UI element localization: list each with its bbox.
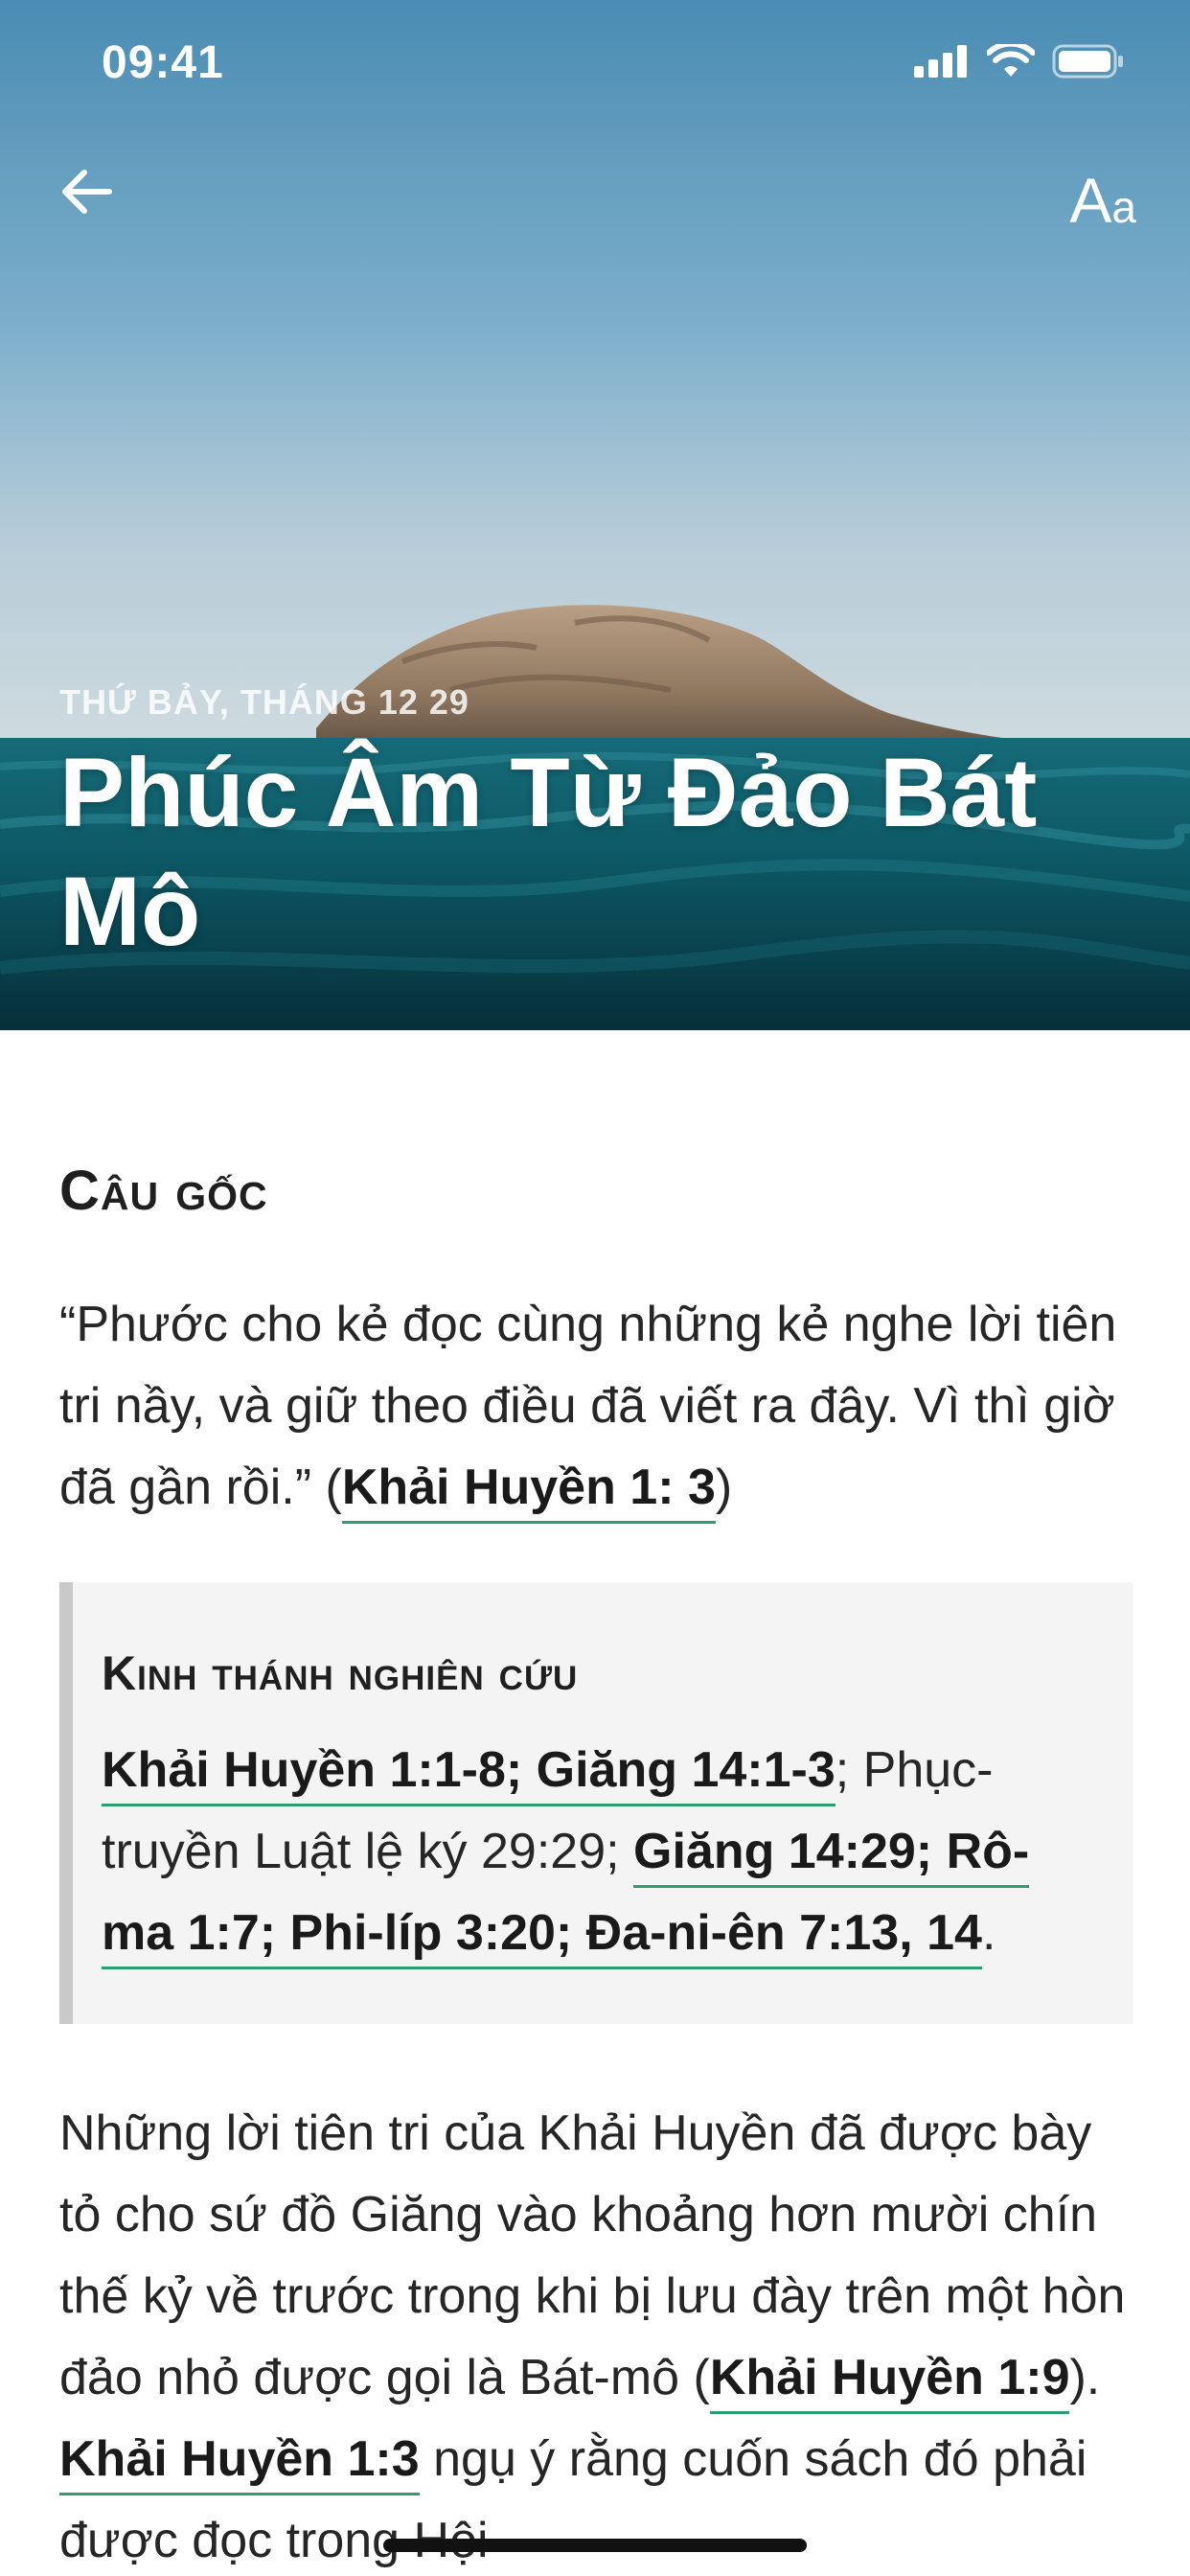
verse-link[interactable]: Khải Huyền 1: 3 <box>341 1460 716 1524</box>
home-indicator[interactable] <box>383 2539 807 2552</box>
study-heading: Kinh thánh nghiên cứu <box>102 1646 579 1700</box>
status-icons <box>914 44 1125 79</box>
back-arrow-icon <box>62 170 112 214</box>
lesson-title: Phúc Âm Từ Đảo Bát Mô <box>59 738 1038 966</box>
memory-text-heading: Câu gốc <box>59 1160 268 1222</box>
verse-link[interactable]: Khải Huyền 1:9 <box>709 2350 1070 2414</box>
hero-image: 09:41 A a THỨ BẢY, THÁNG 12 29 Phúc Âm T… <box>0 0 1190 1030</box>
study-references: Khải Huyền 1:1-8; Giăng 14:1-3; Phục-tru… <box>102 1730 1090 1974</box>
status-time: 09:41 <box>102 37 224 88</box>
verse-link[interactable]: Khải Huyền 1:3 <box>59 2431 420 2496</box>
bible-study-box: Kinh thánh nghiên cứu Khải Huyền 1:1-8; … <box>59 1582 1133 2024</box>
back-button[interactable] <box>48 153 125 230</box>
body-paragraph: Những lời tiên tri của Khải Huyền đã đượ… <box>59 2093 1131 2576</box>
signal-icon <box>914 45 967 78</box>
wifi-icon <box>987 44 1035 77</box>
status-bar: 09:41 <box>0 0 1190 134</box>
lesson-date: THỨ BẢY, THÁNG 12 29 <box>59 682 469 722</box>
top-nav: Aa <box>0 144 1190 240</box>
memory-close: ) <box>715 1460 733 1515</box>
lesson-content: Câu gốc “Phước cho kẻ đọc cùng những kẻ … <box>0 1030 1190 2576</box>
font-size-icon-small: a <box>1111 182 1136 232</box>
verse-link[interactable]: Khải Huyền 1:1-8; Giăng 14:1-3 <box>102 1742 835 1806</box>
screen: 09:41 A a THỨ BẢY, THÁNG 12 29 Phúc Âm T… <box>0 0 1190 2576</box>
study-end: . <box>981 1905 996 1961</box>
body-text: ). <box>1069 2350 1101 2405</box>
memory-text: “Phước cho kẻ đọc cùng những kẻ nghe lời… <box>59 1284 1131 1529</box>
font-size-icon: A <box>1069 165 1112 236</box>
font-size-button[interactable]: Aa <box>1069 151 1136 232</box>
battery-icon <box>1052 44 1123 79</box>
